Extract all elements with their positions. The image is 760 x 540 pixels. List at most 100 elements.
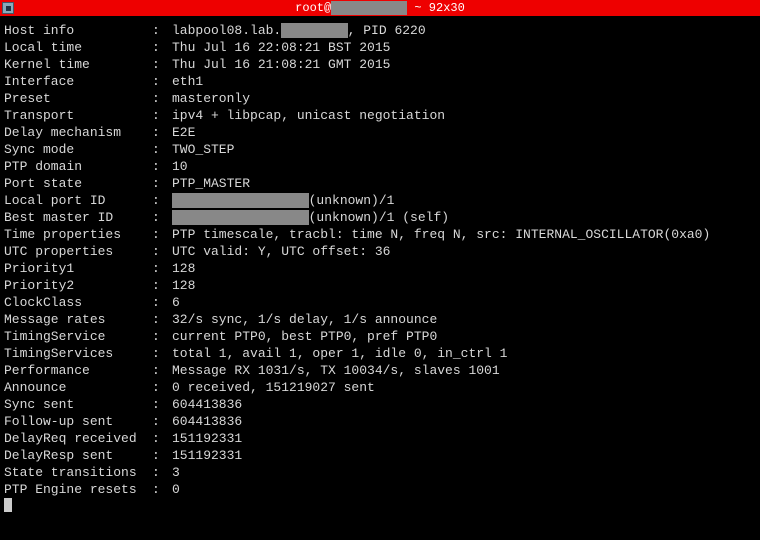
info-row: TimingService: current PTP0, best PTP0, …	[4, 328, 756, 345]
info-row: Announce: 0 received, 151219027 sent	[4, 379, 756, 396]
row-separator: :	[152, 447, 172, 464]
row-value: 151192331	[172, 430, 242, 447]
row-label: Transport	[4, 107, 152, 124]
row-label: UTC properties	[4, 243, 152, 260]
row-label: Performance	[4, 362, 152, 379]
terminal-cursor	[4, 498, 12, 512]
row-separator: :	[152, 311, 172, 328]
info-row: Performance: Message RX 1031/s, TX 10034…	[4, 362, 756, 379]
row-separator: :	[152, 209, 172, 226]
row-separator: :	[152, 124, 172, 141]
row-value: 6	[172, 294, 180, 311]
row-separator: :	[152, 362, 172, 379]
info-row: DelayReq received: 151192331	[4, 430, 756, 447]
row-value: 604413836	[172, 413, 242, 430]
row-separator: :	[152, 22, 172, 39]
row-value: TWO_STEP	[172, 141, 234, 158]
row-value: 128	[172, 260, 195, 277]
row-value: (unknown)/1	[172, 192, 394, 209]
info-row: Message rates: 32/s sync, 1/s delay, 1/s…	[4, 311, 756, 328]
info-row: Sync sent: 604413836	[4, 396, 756, 413]
row-label: Local time	[4, 39, 152, 56]
info-row: Local port ID: (unknown)/1	[4, 192, 756, 209]
row-label: DelayReq received	[4, 430, 152, 447]
row-label: Port state	[4, 175, 152, 192]
row-label: ClockClass	[4, 294, 152, 311]
row-label: TimingServices	[4, 345, 152, 362]
row-value: total 1, avail 1, oper 1, idle 0, in_ctr…	[172, 345, 507, 362]
redacted-text	[172, 193, 309, 208]
info-row: PTP Engine resets: 0	[4, 481, 756, 498]
info-row: PTP domain: 10	[4, 158, 756, 175]
row-label: Preset	[4, 90, 152, 107]
info-row: Sync mode: TWO_STEP	[4, 141, 756, 158]
row-separator: :	[152, 90, 172, 107]
row-label: Kernel time	[4, 56, 152, 73]
app-icon	[2, 2, 14, 14]
row-label: State transitions	[4, 464, 152, 481]
info-row: Priority1: 128	[4, 260, 756, 277]
info-row: DelayResp sent: 151192331	[4, 447, 756, 464]
row-separator: :	[152, 107, 172, 124]
row-value: PTP_MASTER	[172, 175, 250, 192]
redacted-text	[172, 210, 309, 225]
row-separator: :	[152, 243, 172, 260]
row-separator: :	[152, 396, 172, 413]
info-row: State transitions: 3	[4, 464, 756, 481]
info-row: UTC properties: UTC valid: Y, UTC offset…	[4, 243, 756, 260]
info-row: Priority2: 128	[4, 277, 756, 294]
row-label: Best master ID	[4, 209, 152, 226]
row-value: ipv4 + libpcap, unicast negotiation	[172, 107, 445, 124]
row-separator: :	[152, 226, 172, 243]
row-separator: :	[152, 56, 172, 73]
row-label: Interface	[4, 73, 152, 90]
row-separator: :	[152, 39, 172, 56]
row-separator: :	[152, 158, 172, 175]
row-separator: :	[152, 413, 172, 430]
info-row: Port state: PTP_MASTER	[4, 175, 756, 192]
row-label: Sync sent	[4, 396, 152, 413]
row-value: 0	[172, 481, 180, 498]
terminal-content[interactable]: Host info: labpool08.lab. , PID 6220Loca…	[0, 16, 760, 518]
row-label: Delay mechanism	[4, 124, 152, 141]
row-value: 604413836	[172, 396, 242, 413]
row-label: Time properties	[4, 226, 152, 243]
window-titlebar: root@ ~ 92x30	[0, 0, 760, 16]
row-label: Follow-up sent	[4, 413, 152, 430]
row-value: 0 received, 151219027 sent	[172, 379, 375, 396]
row-label: Announce	[4, 379, 152, 396]
row-value: 3	[172, 464, 180, 481]
row-value: Thu Jul 16 22:08:21 BST 2015	[172, 39, 390, 56]
info-row: Follow-up sent: 604413836	[4, 413, 756, 430]
row-separator: :	[152, 328, 172, 345]
row-label: Host info	[4, 22, 152, 39]
row-separator: :	[152, 464, 172, 481]
row-value: (unknown)/1 (self)	[172, 209, 449, 226]
row-value: Message RX 1031/s, TX 10034/s, slaves 10…	[172, 362, 500, 379]
row-value: current PTP0, best PTP0, pref PTP0	[172, 328, 437, 345]
info-row: Host info: labpool08.lab. , PID 6220	[4, 22, 756, 39]
row-label: Sync mode	[4, 141, 152, 158]
redacted-text	[281, 23, 347, 38]
row-separator: :	[152, 379, 172, 396]
info-row: ClockClass: 6	[4, 294, 756, 311]
row-value: Thu Jul 16 21:08:21 GMT 2015	[172, 56, 390, 73]
row-value: UTC valid: Y, UTC offset: 36	[172, 243, 390, 260]
row-value: PTP timescale, tracbl: time N, freq N, s…	[172, 226, 710, 243]
row-separator: :	[152, 192, 172, 209]
row-value: 32/s sync, 1/s delay, 1/s announce	[172, 311, 437, 328]
info-row: Local time: Thu Jul 16 22:08:21 BST 2015	[4, 39, 756, 56]
info-row: Time properties: PTP timescale, tracbl: …	[4, 226, 756, 243]
row-label: PTP domain	[4, 158, 152, 175]
row-value: 10	[172, 158, 188, 175]
info-row: Kernel time: Thu Jul 16 21:08:21 GMT 201…	[4, 56, 756, 73]
row-value: masteronly	[172, 90, 250, 107]
info-row: TimingServices: total 1, avail 1, oper 1…	[4, 345, 756, 362]
row-value: 151192331	[172, 447, 242, 464]
row-label: Message rates	[4, 311, 152, 328]
row-separator: :	[152, 294, 172, 311]
row-label: Priority2	[4, 277, 152, 294]
info-row: Transport: ipv4 + libpcap, unicast negot…	[4, 107, 756, 124]
row-label: DelayResp sent	[4, 447, 152, 464]
row-separator: :	[152, 277, 172, 294]
